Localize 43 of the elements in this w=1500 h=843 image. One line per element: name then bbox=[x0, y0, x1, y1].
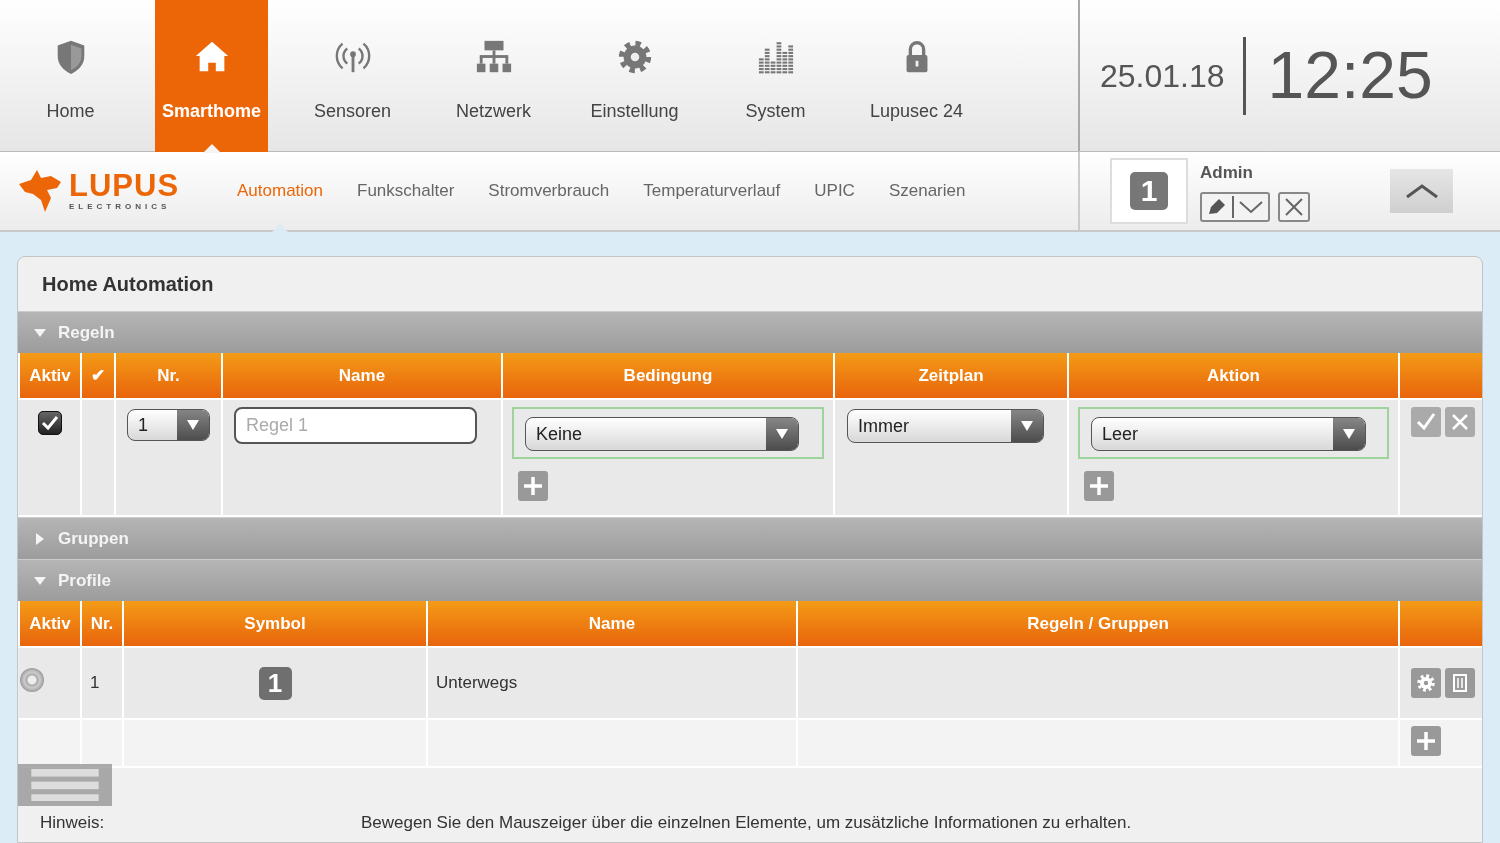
column-header: Aktiv bbox=[19, 353, 81, 399]
section-title: Gruppen bbox=[58, 527, 129, 550]
logo-text: LUPUS bbox=[69, 169, 180, 201]
user-name: Admin bbox=[1200, 162, 1254, 185]
name-input[interactable]: Regel 1 bbox=[234, 407, 477, 444]
panel-title: Home Automation bbox=[41, 272, 215, 297]
dropdown[interactable]: Immer bbox=[847, 409, 1044, 443]
nav-tab[interactable]: Sensoren bbox=[296, 0, 409, 152]
nav-tab[interactable]: Lupusec 24 bbox=[860, 0, 973, 152]
table-cell: 1 bbox=[81, 647, 123, 719]
nav-tab[interactable]: Einstellung bbox=[578, 0, 691, 152]
clock-time: 12:25 bbox=[1267, 37, 1433, 114]
section-title: Regeln bbox=[58, 321, 115, 344]
column-header: ✔ bbox=[81, 353, 115, 399]
logo-tagline: ELECTRONICS bbox=[69, 200, 172, 213]
sub-tab[interactable]: UPIC bbox=[814, 151, 855, 231]
user-symbol: 1 bbox=[1130, 172, 1168, 210]
sub-tab[interactable]: Szenarien bbox=[888, 151, 966, 231]
hint-label: Hinweis: bbox=[40, 812, 106, 834]
dropdown[interactable]: Leer bbox=[1091, 417, 1366, 451]
sub-tab[interactable]: Temperaturverlauf bbox=[643, 151, 781, 231]
nav-tab[interactable]: Netzwerk bbox=[437, 0, 550, 152]
nav-tab[interactable]: System bbox=[719, 0, 832, 152]
dropdown[interactable]: Keine bbox=[525, 417, 799, 451]
column-header: Aktion bbox=[1068, 353, 1399, 399]
nav-tab[interactable]: Home bbox=[14, 0, 127, 152]
column-header: Name bbox=[427, 601, 797, 647]
sub-tab[interactable]: Funkschalter bbox=[357, 151, 455, 231]
table-cell: Unterwegs bbox=[427, 647, 797, 719]
column-header: Bedingung bbox=[502, 353, 834, 399]
hint-text: Bewegen Sie den Mauszeiger über die einzelnen Elemente, um zusätzliche Informationen zu erhalten. bbox=[361, 812, 1132, 834]
column-header: Zeitplan bbox=[834, 353, 1068, 399]
profile-symbol: 1 bbox=[258, 666, 292, 700]
column-header: Nr. bbox=[81, 601, 123, 647]
column-header: Symbol bbox=[123, 601, 427, 647]
sub-tab[interactable]: Stromverbrauch bbox=[488, 151, 610, 231]
column-header: Nr. bbox=[115, 353, 222, 399]
date-text: 25.01.18 bbox=[1100, 56, 1225, 96]
column-header: Name bbox=[222, 353, 502, 399]
column-header: Regeln / Gruppen bbox=[797, 601, 1399, 647]
dropdown[interactable]: 1 bbox=[127, 409, 210, 441]
section-title: Profile bbox=[58, 569, 111, 592]
column-header: Aktiv bbox=[19, 601, 81, 647]
